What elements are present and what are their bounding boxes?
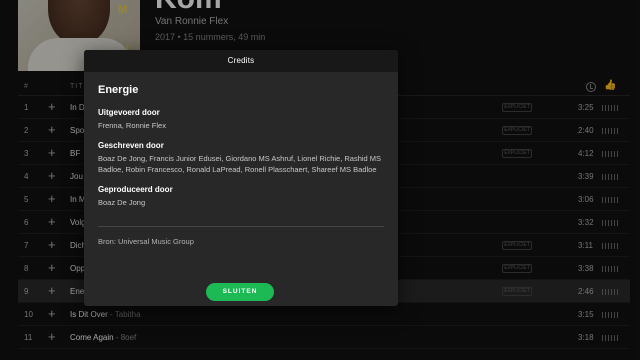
song-title: Energie: [98, 84, 139, 96]
credit-group-producers: Geproduceerd door Boaz De Jong: [98, 185, 384, 208]
credit-role: Geproduceerd door: [98, 185, 173, 194]
credit-names: Boaz De Jong: [98, 198, 146, 207]
credit-group-writers: Geschreven door Boaz De Jong, Francis Ju…: [98, 141, 384, 175]
close-button[interactable]: SLUITEN: [206, 283, 274, 301]
credits-source: Bron: Universal Music Group: [98, 237, 194, 246]
dialog-title: Credits: [84, 50, 398, 72]
credit-role: Uitgevoerd door: [98, 108, 160, 117]
credits-dialog: Credits Energie Uitgevoerd door Frenna, …: [84, 50, 398, 306]
credit-names: Frenna, Ronnie Flex: [98, 121, 166, 130]
dialog-body: Energie Uitgevoerd door Frenna, Ronnie F…: [84, 72, 398, 246]
divider: [98, 226, 384, 227]
credit-role: Geschreven door: [98, 141, 164, 150]
credit-names: Boaz De Jong, Francis Junior Edusei, Gio…: [98, 154, 382, 174]
credit-group-performers: Uitgevoerd door Frenna, Ronnie Flex: [98, 108, 384, 131]
